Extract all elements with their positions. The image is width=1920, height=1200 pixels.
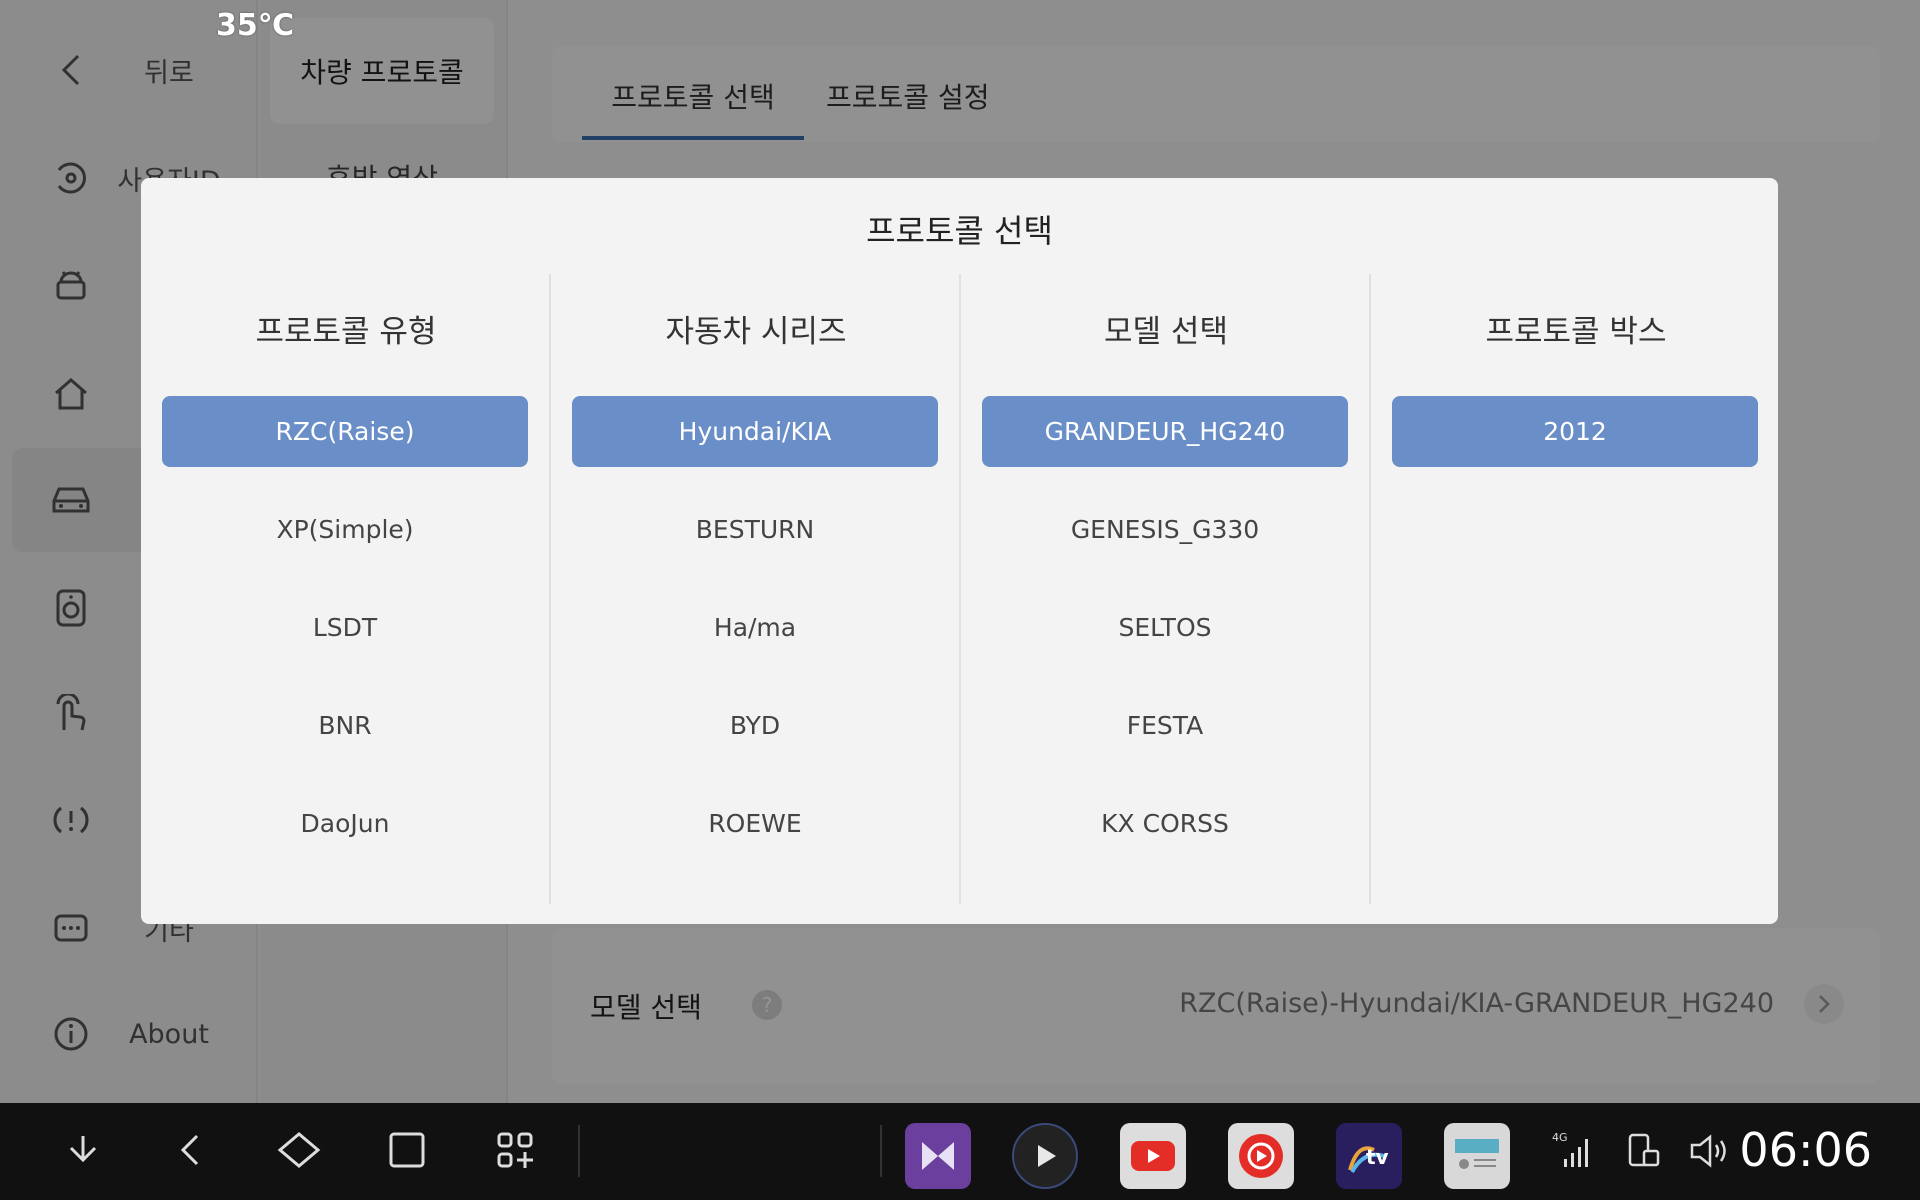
nav-home-button[interactable] xyxy=(270,1123,328,1181)
option-item[interactable]: XP(Simple) xyxy=(162,494,528,565)
option-item[interactable]: BESTURN xyxy=(572,494,938,565)
option-item[interactable]: Hyundai/KIA xyxy=(572,396,938,467)
option-item[interactable]: LSDT xyxy=(162,592,528,663)
back-arrow-icon xyxy=(171,1130,211,1174)
collapse-button[interactable] xyxy=(54,1123,112,1181)
option-item[interactable]: DaoJun xyxy=(162,788,528,859)
column-header: 모델 선택 xyxy=(1104,314,1228,350)
volume-icon[interactable] xyxy=(1688,1129,1732,1173)
home-diamond-icon xyxy=(276,1130,322,1174)
signal-4g-icon: 4G xyxy=(1550,1129,1594,1173)
nav-recents-button[interactable] xyxy=(378,1123,436,1181)
video-player-app-icon[interactable] xyxy=(905,1123,971,1189)
column-model-select: 모델 선택 GRANDEUR_HG240 GENESIS_G330 SELTOS… xyxy=(961,274,1371,904)
column-protocol-type: 프로토콜 유형 RZC(Raise) XP(Simple) LSDT BNR D… xyxy=(141,274,551,904)
app-drawer-button[interactable] xyxy=(486,1123,544,1181)
option-item[interactable]: Ha/ma xyxy=(572,592,938,663)
option-item[interactable]: 2012 xyxy=(1392,396,1758,467)
hd-tv-app-icon[interactable]: tv xyxy=(1336,1123,1402,1189)
option-item[interactable]: FESTA xyxy=(982,690,1348,761)
nav-back-button[interactable] xyxy=(162,1123,220,1181)
option-item[interactable]: GENESIS_G330 xyxy=(982,494,1348,565)
protocol-select-dialog: 프로토콜 선택 프로토콜 유형 RZC(Raise) XP(Simple) LS… xyxy=(141,178,1778,924)
taskbar-divider xyxy=(578,1125,580,1177)
column-protocol-box: 프로토콜 박스 2012 xyxy=(1371,274,1781,904)
square-icon xyxy=(387,1130,427,1174)
option-item[interactable]: RZC(Raise) xyxy=(162,396,528,467)
temperature-readout: 35℃ xyxy=(216,8,295,43)
option-item[interactable]: KX CORSS xyxy=(982,788,1348,859)
screen-rotation-icon[interactable] xyxy=(1622,1129,1666,1173)
column-car-series: 자동차 시리즈 Hyundai/KIA BESTURN Ha/ma BYD RO… xyxy=(551,274,961,904)
option-item[interactable]: ROEWE xyxy=(572,788,938,859)
chevron-down-icon xyxy=(63,1130,103,1174)
column-header: 프로토콜 박스 xyxy=(1485,314,1667,350)
youtube-music-app-icon[interactable] xyxy=(1228,1123,1294,1189)
radio-app-icon[interactable] xyxy=(1444,1123,1510,1189)
column-header: 자동차 시리즈 xyxy=(665,314,847,350)
media-player-app-icon[interactable] xyxy=(1012,1123,1078,1189)
column-header: 프로토콜 유형 xyxy=(255,314,437,350)
apps-grid-icon xyxy=(495,1130,535,1174)
svg-text:tv: tv xyxy=(1366,1145,1389,1169)
network-label: 4G xyxy=(1552,1131,1568,1144)
dialog-title: 프로토콜 선택 xyxy=(866,212,1053,250)
option-item[interactable]: SELTOS xyxy=(982,592,1348,663)
taskbar-divider xyxy=(880,1125,882,1177)
option-item[interactable]: GRANDEUR_HG240 xyxy=(982,396,1348,467)
taskbar: tv 4G 06:06 xyxy=(0,1103,1920,1200)
youtube-app-icon[interactable] xyxy=(1120,1123,1186,1189)
option-item[interactable]: BYD xyxy=(572,690,938,761)
option-item[interactable]: BNR xyxy=(162,690,528,761)
clock: 06:06 xyxy=(1739,1123,1872,1177)
